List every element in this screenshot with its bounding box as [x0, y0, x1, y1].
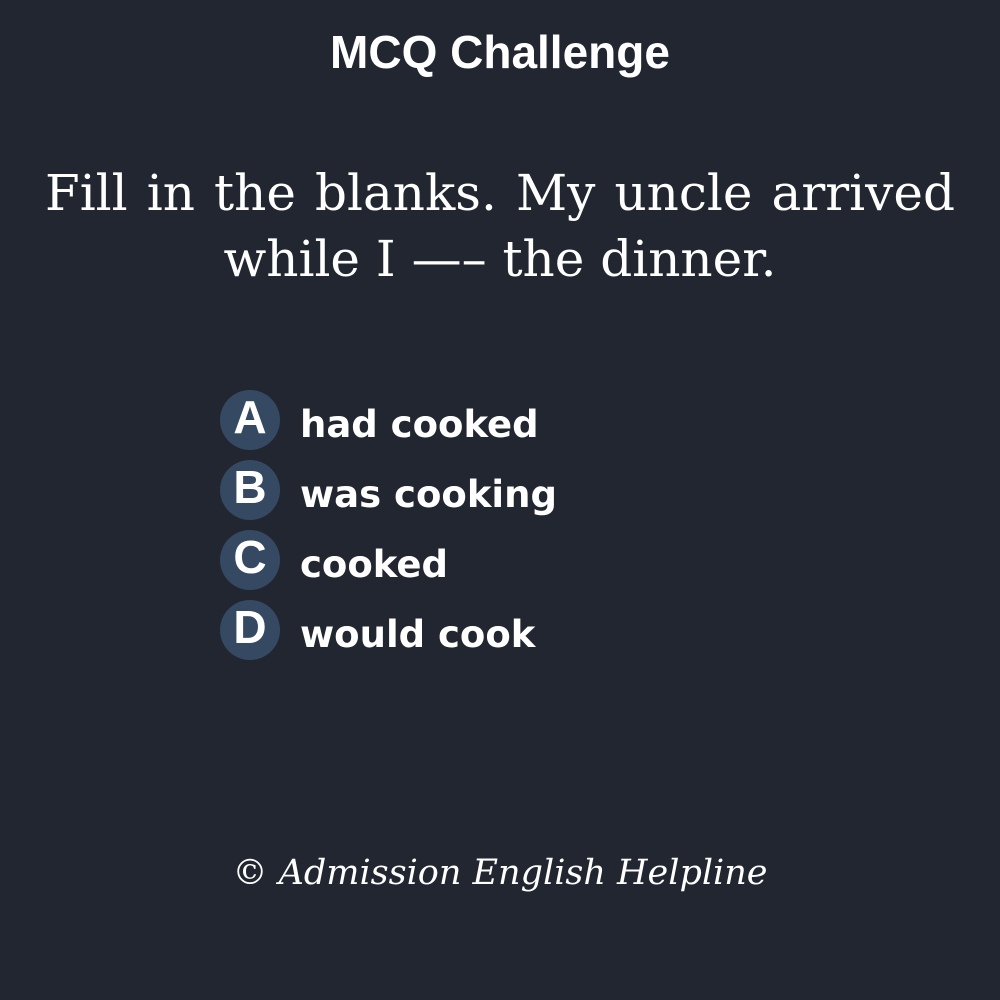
option-label: would cook	[300, 613, 536, 656]
option-letter-badge: A	[220, 390, 280, 450]
options-list: A had cooked B was cooking C cooked D wo…	[220, 390, 920, 670]
option-label: cooked	[300, 543, 448, 586]
option-label: was cooking	[300, 473, 557, 516]
option-a[interactable]: A had cooked	[220, 390, 920, 460]
option-letter-badge: D	[220, 600, 280, 660]
option-letter-badge: B	[220, 460, 280, 520]
page-title: MCQ Challenge	[330, 26, 670, 78]
option-label: had cooked	[300, 403, 539, 446]
option-c[interactable]: C cooked	[220, 530, 920, 600]
option-letter-badge: C	[220, 530, 280, 590]
option-d[interactable]: D would cook	[220, 600, 920, 670]
option-b[interactable]: B was cooking	[220, 460, 920, 530]
copyright-footer: © Admission English Helpline	[232, 853, 768, 893]
question-text: Fill in the blanks. My uncle arrived whi…	[45, 164, 955, 288]
